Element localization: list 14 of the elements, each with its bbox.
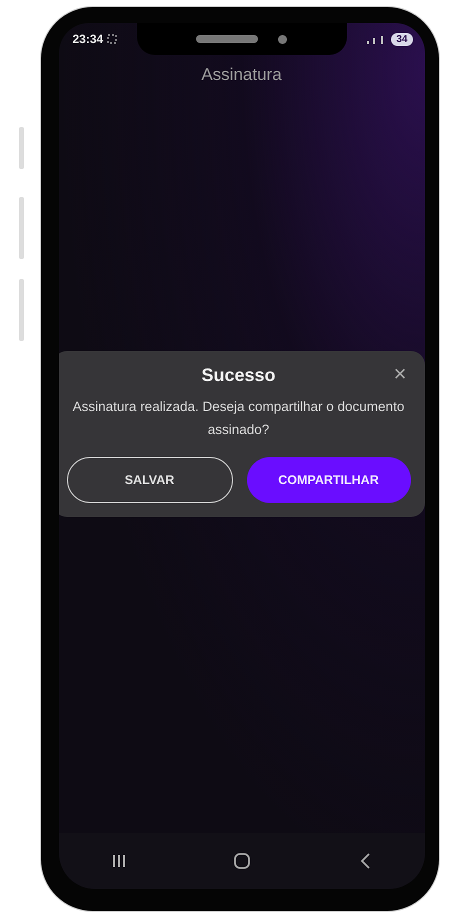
- status-time: 23:34: [72, 32, 104, 46]
- share-button[interactable]: COMPARTILHAR: [246, 456, 410, 503]
- dialog-title: Sucesso: [201, 365, 276, 386]
- screen-title: Assinatura: [200, 64, 283, 86]
- recent-apps-icon[interactable]: [113, 854, 126, 868]
- screenshot-icon: [107, 34, 118, 44]
- close-button[interactable]: ×: [390, 363, 410, 386]
- speaker-icon: [196, 35, 258, 43]
- battery-badge: 34: [391, 32, 412, 46]
- camera-icon: [278, 34, 287, 44]
- dialog-message: Assinatura realizada. Deseja compartilhar o documento assinado?: [72, 398, 406, 438]
- home-icon[interactable]: [234, 853, 250, 869]
- save-button[interactable]: SALVAR: [66, 456, 232, 503]
- back-icon[interactable]: [360, 853, 370, 869]
